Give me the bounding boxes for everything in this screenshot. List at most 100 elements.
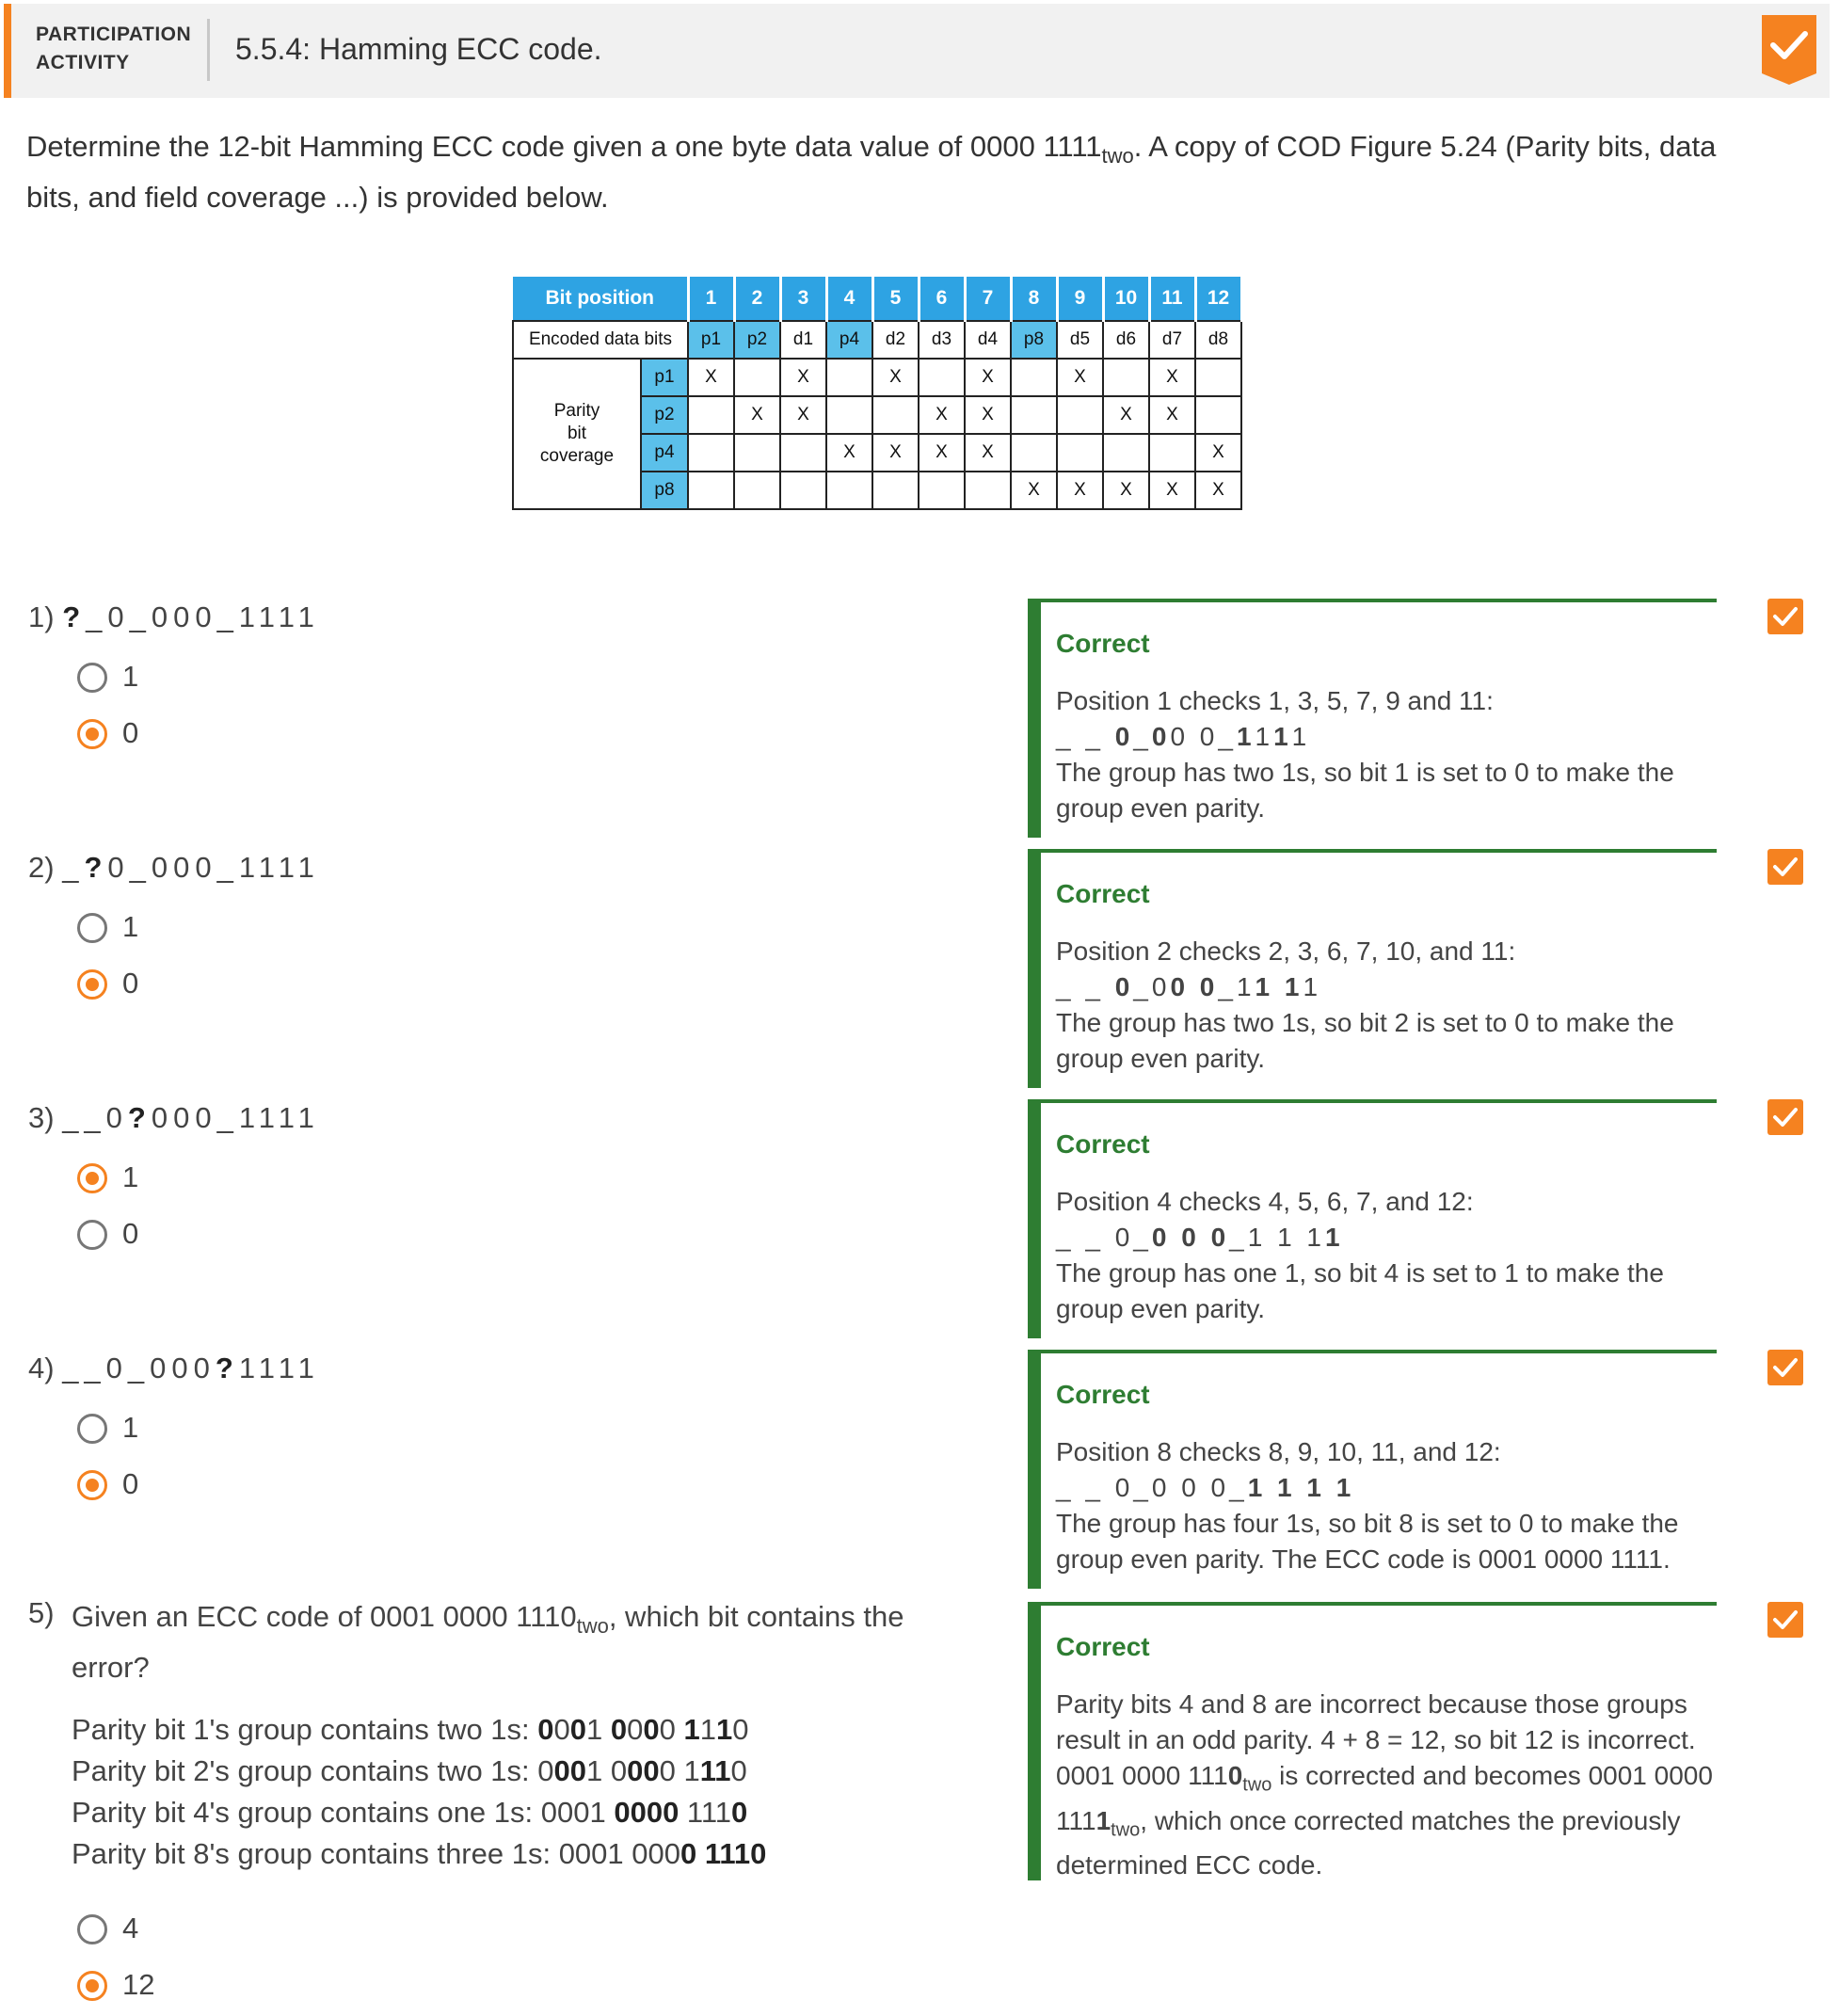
coverage-cell: X (964, 395, 1012, 435)
option-label: 0 (122, 716, 139, 749)
header-divider (207, 19, 210, 81)
coverage-cell (779, 471, 827, 510)
question-number: 4) (28, 1352, 63, 1384)
question-number: 1) (28, 600, 63, 633)
radio-button[interactable] (77, 969, 107, 1000)
feedback-rule: Position 8 checks 8, 9, 10, 11, and 12: (1056, 1437, 1501, 1466)
correct-check-icon (1767, 849, 1803, 885)
coverage-cell: X (872, 358, 920, 397)
intro-text: Determine the 12-bit Hamming ECC code gi… (26, 130, 1102, 163)
bit-pattern: __0_000?1111 (62, 1352, 320, 1384)
radio-button[interactable] (77, 913, 107, 943)
hamming-coverage-table: Bit position 1 2 3 4 5 6 7 8 9 10 11 12 Encoded data … (512, 277, 1243, 510)
feedback-bits: _ _ 0_00 0_11 11 (1056, 972, 1322, 1001)
coverage-cell: X (1010, 471, 1058, 510)
bits-before: __0_000 (62, 1352, 216, 1384)
coverage-cell: X (733, 395, 781, 435)
feedback-text: Parity bits 4 and 8 are incorrect becaus… (1056, 1689, 1713, 1880)
coverage-cell: X (872, 433, 920, 472)
radio-button[interactable] (77, 1470, 107, 1500)
coverage-cell (687, 433, 735, 472)
bit-position-cell: 4 (826, 277, 874, 321)
feedback-status: Correct (1056, 1632, 1150, 1661)
activity-title: 5.5.4: Hamming ECC code. (235, 32, 602, 66)
parity-row-label: p4 (640, 433, 689, 472)
unknown-bit-marker: ? (62, 600, 87, 633)
bit-pattern: ?_0_000_1111 (62, 600, 320, 633)
radio-button[interactable] (77, 1914, 107, 1944)
coverage-cell (1056, 433, 1104, 472)
coverage-cell (1010, 358, 1058, 397)
activity-header: PARTICIPATION ACTIVITY 5.5.4: Hamming EC… (4, 4, 1830, 98)
feedback-rule: Position 4 checks 4, 5, 6, 7, and 12: (1056, 1187, 1474, 1216)
bit-position-cell: 12 (1195, 277, 1243, 321)
option-label: 12 (122, 1968, 155, 2001)
encoded-bit-cell: d8 (1194, 320, 1242, 360)
coverage-cell (964, 471, 1012, 510)
option-label: 4 (122, 1912, 139, 1944)
option-label: 0 (122, 967, 139, 1000)
feedback-panel: Correct Position 2 checks 2, 3, 6, 7, 10,… (1028, 849, 1717, 1088)
feedback-bits: _ _ 0_0 0 0_1 1 11 (1056, 1223, 1344, 1252)
bit-pattern: __0?000_1111 (62, 1101, 320, 1134)
encoded-bit-cell: p2 (733, 320, 781, 360)
coverage-cell (825, 395, 873, 435)
option-label: 1 (122, 910, 139, 943)
coverage-cell (825, 358, 873, 397)
encoded-bit-cell: d1 (779, 320, 827, 360)
radio-button[interactable] (77, 719, 107, 749)
bit-position-cell: 2 (734, 277, 782, 321)
parity-group-line: Parity bit 1's group contains two 1s: 00… (72, 1713, 749, 1746)
encoded-bit-cell: p4 (825, 320, 873, 360)
parity-row-label: p1 (640, 358, 689, 397)
coverage-cell: X (1148, 358, 1196, 397)
feedback-text: Position 4 checks 4, 5, 6, 7, and 12: _ _… (1056, 1184, 1717, 1327)
parity-coverage-label: bit (567, 424, 587, 443)
coverage-cell (779, 433, 827, 472)
question-prompt: 3) __0?000_1111 (28, 1101, 320, 1135)
correct-check-icon (1767, 1099, 1803, 1135)
parity-coverage-label: coverage (539, 446, 615, 466)
activity-instructions: Determine the 12-bit Hamming ECC code gi… (26, 126, 1777, 218)
correct-check-icon (1767, 1350, 1803, 1385)
encoded-bit-cell: p8 (1010, 320, 1058, 360)
parity-group-line: Parity bit 4's group contains one 1s: 00… (72, 1796, 748, 1829)
feedback-rule: Position 1 checks 1, 3, 5, 7, 9 and 11: (1056, 686, 1494, 715)
coverage-cell (918, 358, 966, 397)
coverage-cell: X (1194, 471, 1242, 510)
feedback-panel: Correct Position 8 checks 8, 9, 10, 11, a… (1028, 1350, 1717, 1589)
radio-button[interactable] (77, 1220, 107, 1250)
coverage-cell: X (918, 433, 966, 472)
coverage-cell (1194, 395, 1242, 435)
coverage-cell: X (1056, 471, 1104, 510)
encoded-bit-cell: d6 (1102, 320, 1150, 360)
feedback-explanation: The group has four 1s, so bit 8 is set t… (1056, 1509, 1679, 1574)
bits-after: _0_000_1111 (86, 600, 320, 633)
feedback-panel: Correct Position 1 checks 1, 3, 5, 7, 9 a… (1028, 599, 1717, 838)
parity-coverage-label: Parity (553, 401, 600, 421)
question-number: 3) (28, 1101, 63, 1134)
encoded-bit-cell: d5 (1056, 320, 1104, 360)
feedback-status: Correct (1056, 1129, 1150, 1159)
encoded-bit-cell: d2 (872, 320, 920, 360)
parity-row-label: p8 (640, 471, 689, 510)
radio-button[interactable] (77, 1414, 107, 1444)
bit-position-cell: 7 (965, 277, 1013, 321)
radio-button[interactable] (77, 663, 107, 693)
feedback-explanation: The group has two 1s, so bit 1 is set to… (1056, 758, 1674, 823)
coverage-cell (1010, 395, 1058, 435)
option-label: 1 (122, 1411, 139, 1444)
feedback-status: Correct (1056, 629, 1150, 658)
coverage-cell (825, 471, 873, 510)
q5-subscript: two (576, 1614, 609, 1639)
bits-after: 000_1111 (151, 1101, 320, 1134)
bits-before: _ (62, 851, 85, 884)
feedback-status: Correct (1056, 879, 1150, 908)
activity-type-label: PARTICIPATION ACTIVITY (36, 21, 191, 77)
coverage-cell (687, 471, 735, 510)
feedback-panel: Correct Parity bits 4 and 8 are incorrect… (1028, 1602, 1717, 1880)
radio-button[interactable] (77, 1163, 107, 1193)
coverage-cell: X (779, 358, 827, 397)
coverage-cell: X (964, 358, 1012, 397)
radio-button[interactable] (77, 1971, 107, 2001)
